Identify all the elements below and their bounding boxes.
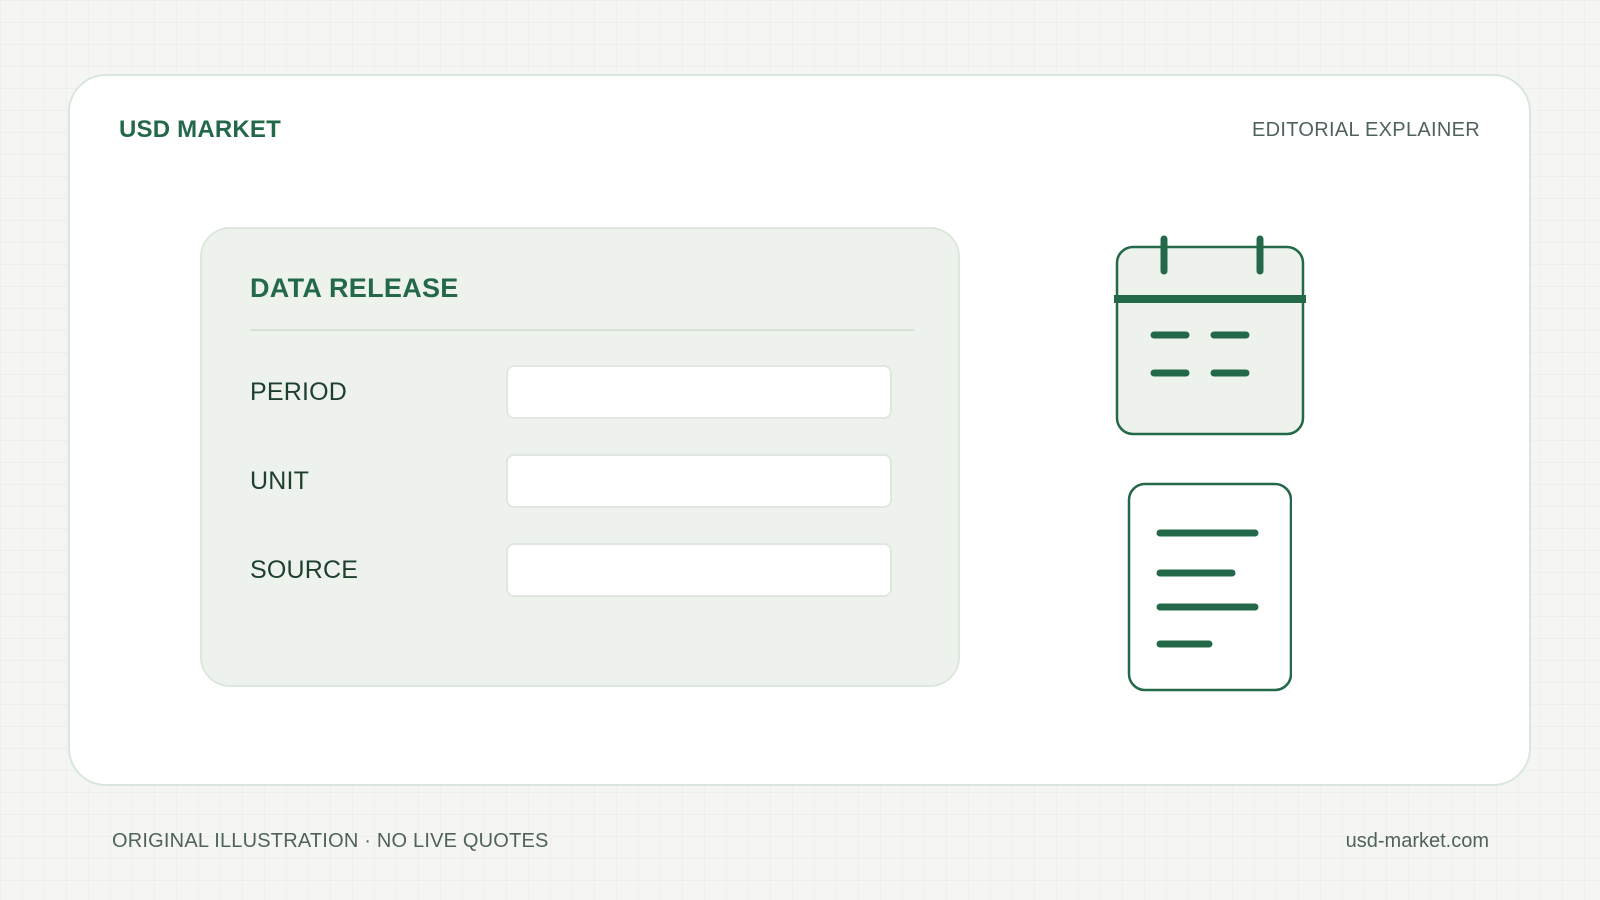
- explainer-card: USD MARKET EDITORIAL EXPLAINER DATA RELE…: [68, 74, 1531, 786]
- unit-field[interactable]: [506, 454, 892, 508]
- field-row-source: SOURCE: [250, 543, 900, 597]
- data-release-panel: DATA RELEASE PERIOD UNIT SOURCE: [200, 227, 960, 687]
- field-row-unit: UNIT: [250, 454, 900, 508]
- document-icon: [1127, 482, 1292, 692]
- source-label: SOURCE: [250, 556, 359, 584]
- field-row-period: PERIOD: [250, 365, 900, 419]
- footer-disclaimer: ORIGINAL ILLUSTRATION · NO LIVE QUOTES: [112, 830, 549, 852]
- source-field[interactable]: [506, 543, 892, 597]
- panel-title: DATA RELEASE: [250, 273, 459, 303]
- period-label: PERIOD: [250, 378, 348, 406]
- unit-label: UNIT: [250, 467, 310, 495]
- section-tagline: EDITORIAL EXPLAINER: [1252, 119, 1480, 141]
- period-field[interactable]: [506, 365, 892, 419]
- footer-domain-link[interactable]: usd-market.com: [1346, 830, 1489, 853]
- calendar-icon: [1114, 235, 1306, 436]
- panel-divider: [250, 329, 914, 331]
- brand-logo-text[interactable]: USD MARKET: [119, 116, 281, 144]
